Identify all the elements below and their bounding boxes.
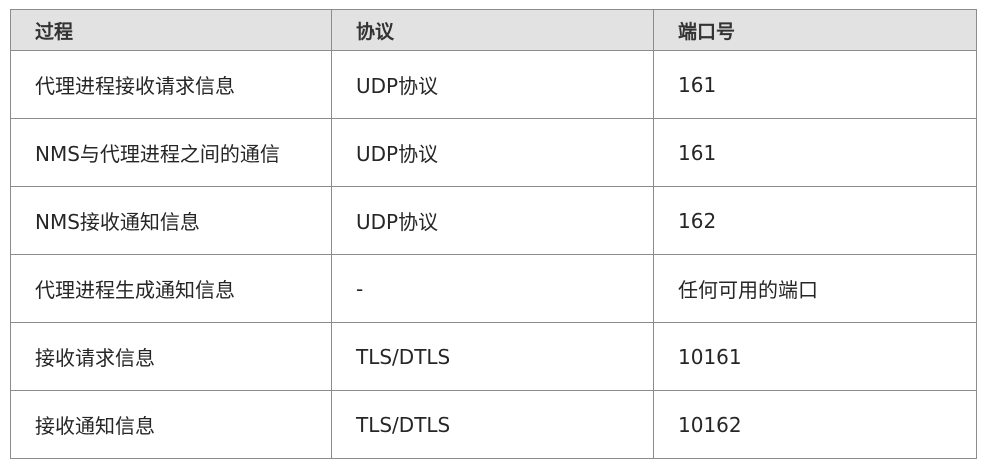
cell-process: 代理进程接收请求信息 (10, 50, 332, 119)
cell-process: NMS接收通知信息 (10, 186, 332, 255)
cell-protocol: TLS/DTLS (331, 390, 654, 459)
table-row: 接收请求信息 TLS/DTLS 10161 (10, 322, 977, 391)
cell-process: 接收通知信息 (10, 390, 332, 459)
cell-protocol: TLS/DTLS (331, 322, 654, 391)
cell-port: 任何可用的端口 (653, 254, 977, 323)
header-port: 端口号 (653, 9, 977, 51)
cell-port: 10162 (653, 390, 977, 459)
cell-protocol: - (331, 254, 654, 323)
cell-process: 代理进程生成通知信息 (10, 254, 332, 323)
table-row: NMS接收通知信息 UDP协议 162 (10, 186, 977, 255)
port-table: 过程 协议 端口号 代理进程接收请求信息 UDP协议 161 NMS与代理进程之… (10, 9, 977, 459)
cell-port: 162 (653, 186, 977, 255)
table-header: 过程 协议 端口号 (10, 9, 977, 51)
cell-protocol: UDP协议 (331, 186, 654, 255)
cell-process: NMS与代理进程之间的通信 (10, 118, 332, 187)
cell-port: 161 (653, 118, 977, 187)
header-process: 过程 (10, 9, 332, 51)
header-protocol: 协议 (331, 9, 654, 51)
cell-process: 接收请求信息 (10, 322, 332, 391)
cell-protocol: UDP协议 (331, 118, 654, 187)
table-row: 接收通知信息 TLS/DTLS 10162 (10, 390, 977, 459)
table-row: 代理进程生成通知信息 - 任何可用的端口 (10, 254, 977, 323)
cell-port: 161 (653, 50, 977, 119)
page: 过程 协议 端口号 代理进程接收请求信息 UDP协议 161 NMS与代理进程之… (0, 0, 990, 471)
table-row: NMS与代理进程之间的通信 UDP协议 161 (10, 118, 977, 187)
header-row: 过程 协议 端口号 (10, 9, 977, 51)
cell-protocol: UDP协议 (331, 50, 654, 119)
table-body: 代理进程接收请求信息 UDP协议 161 NMS与代理进程之间的通信 UDP协议… (10, 50, 977, 459)
table-row: 代理进程接收请求信息 UDP协议 161 (10, 50, 977, 119)
cell-port: 10161 (653, 322, 977, 391)
